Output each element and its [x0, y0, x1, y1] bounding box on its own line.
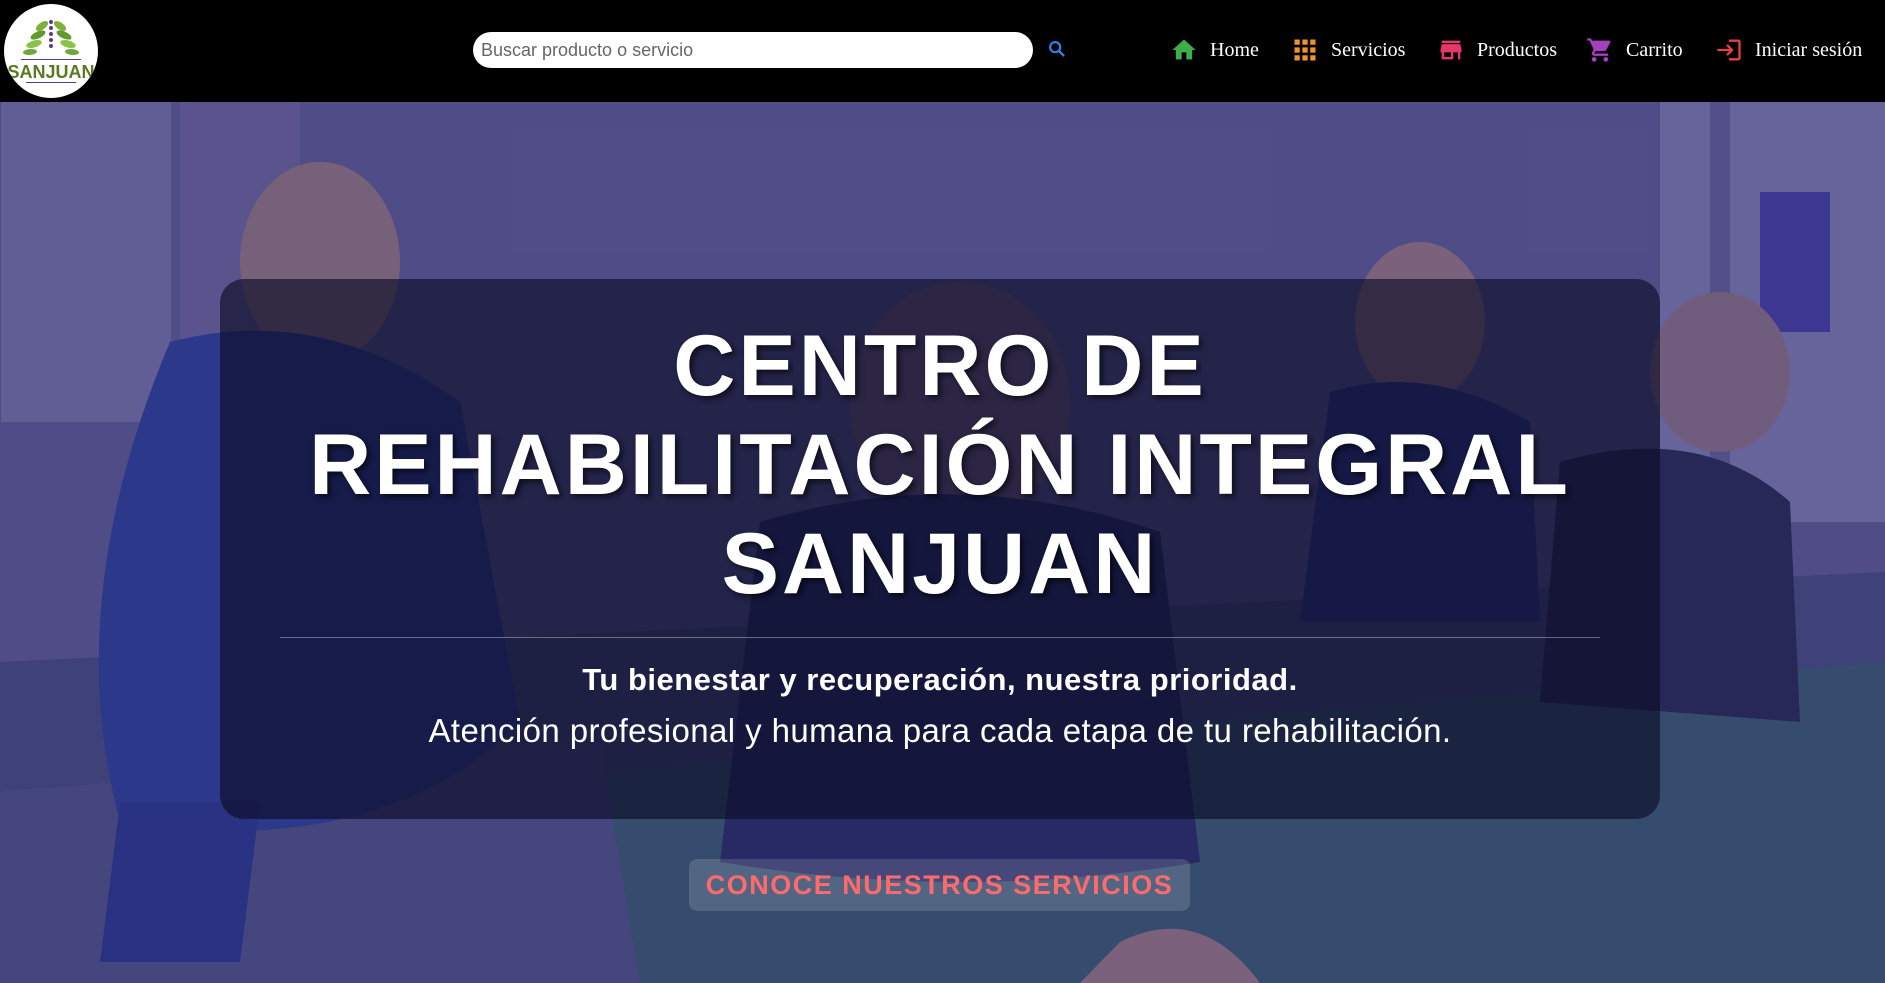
search-icon	[1049, 41, 1065, 57]
nav-servicios[interactable]: Servicios	[1291, 36, 1405, 64]
logo-brand-text: SANJUAN	[7, 62, 94, 82]
logo-tiny-text-line	[21, 59, 81, 60]
hero-card: CENTRO DE REHABILITACIÓN INTEGRAL SANJUA…	[220, 279, 1660, 819]
hero-divider	[280, 637, 1600, 638]
site-logo[interactable]: SANJUAN	[4, 4, 98, 98]
home-icon	[1170, 36, 1198, 64]
hero-tagline: Tu bienestar y recuperación, nuestra pri…	[582, 662, 1298, 697]
nav-home[interactable]: Home	[1170, 36, 1259, 64]
nav-home-label: Home	[1210, 38, 1259, 61]
store-icon	[1437, 36, 1465, 64]
nav-productos[interactable]: Productos	[1437, 36, 1557, 64]
nav-login[interactable]: Iniciar sesión	[1715, 36, 1862, 64]
hero-title-line-3: SANJUAN	[721, 516, 1159, 612]
search-button[interactable]	[1046, 38, 1068, 60]
grid-icon	[1291, 36, 1319, 64]
services-cta-button[interactable]: CONOCE NUESTROS SERVICIOS	[689, 859, 1190, 911]
cart-icon	[1586, 36, 1614, 64]
search-bar	[473, 32, 1033, 68]
nav-productos-label: Productos	[1477, 38, 1557, 61]
hero-title: CENTRO DE REHABILITACIÓN INTEGRAL SANJUA…	[220, 317, 1660, 614]
nav-login-label: Iniciar sesión	[1755, 38, 1863, 61]
hero-title-line-1: CENTRO DE	[673, 318, 1207, 414]
tree-leaves-logo-icon: SANJUAN	[5, 5, 97, 97]
hero-title-line-2: REHABILITACIÓN INTEGRAL	[309, 417, 1571, 513]
hero-section: CENTRO DE REHABILITACIÓN INTEGRAL SANJUA…	[0, 102, 1885, 983]
nav-servicios-label: Servicios	[1331, 38, 1406, 61]
nav-carrito-label: Carrito	[1626, 38, 1683, 61]
top-navbar: SANJUAN Home Servicios	[0, 0, 1885, 102]
hero-description: Atención profesional y humana para cada …	[428, 712, 1452, 749]
nav-carrito[interactable]: Carrito	[1586, 36, 1683, 64]
login-icon	[1715, 36, 1743, 64]
search-input[interactable]	[473, 32, 1033, 68]
